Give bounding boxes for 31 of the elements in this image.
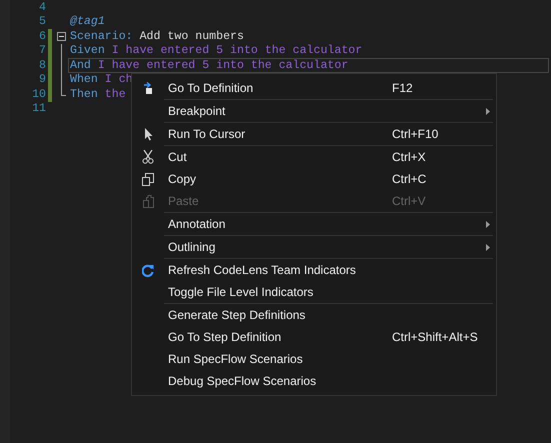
code-line: Given I have entered 5 into the calculator <box>69 43 364 58</box>
line-number: 6 <box>38 30 46 43</box>
menu-item[interactable]: Debug SpecFlow Scenarios <box>132 370 496 392</box>
code-line: Then the <box>69 86 127 102</box>
line-number: 4 <box>38 0 46 14</box>
code-line: @tag1 <box>69 14 106 30</box>
pointer-icon <box>144 128 152 140</box>
menu-item[interactable]: Breakpoint <box>132 100 496 122</box>
menu-item[interactable]: Cut Ctrl+X <box>132 146 496 168</box>
arrow-square-icon <box>143 82 153 94</box>
line-number: 7 <box>38 44 46 58</box>
menu-item[interactable]: Run To Cursor Ctrl+F10 <box>132 123 496 145</box>
line-number: 8 <box>38 58 46 72</box>
menu-item[interactable]: Toggle File Level Indicators <box>132 281 496 303</box>
menu-item[interactable]: Go To Step Definition Ctrl+Shift+Alt+S <box>132 326 496 348</box>
copy-icon <box>142 172 154 186</box>
menu-item[interactable]: Outlining <box>132 236 496 258</box>
line-number: 11 <box>31 102 46 116</box>
scissors-icon <box>142 150 154 164</box>
menu-item[interactable]: Annotation <box>132 213 496 235</box>
line-number: 9 <box>38 73 46 86</box>
line-number: 10 <box>31 88 46 101</box>
menu-item[interactable]: Refresh CodeLens Team Indicators <box>132 259 496 281</box>
refresh-icon <box>142 264 154 276</box>
menu-item[interactable]: Copy Ctrl+C <box>132 168 496 190</box>
code-line: Scenario: Add two numbers <box>69 28 245 44</box>
menu-item[interactable]: Run SpecFlow Scenarios <box>132 348 496 370</box>
menu-item[interactable]: Generate Step Definitions <box>132 304 496 326</box>
paste-icon <box>142 194 154 208</box>
menu-item[interactable]: Go To Definition F12 <box>132 77 496 99</box>
line-number: 5 <box>38 15 46 28</box>
